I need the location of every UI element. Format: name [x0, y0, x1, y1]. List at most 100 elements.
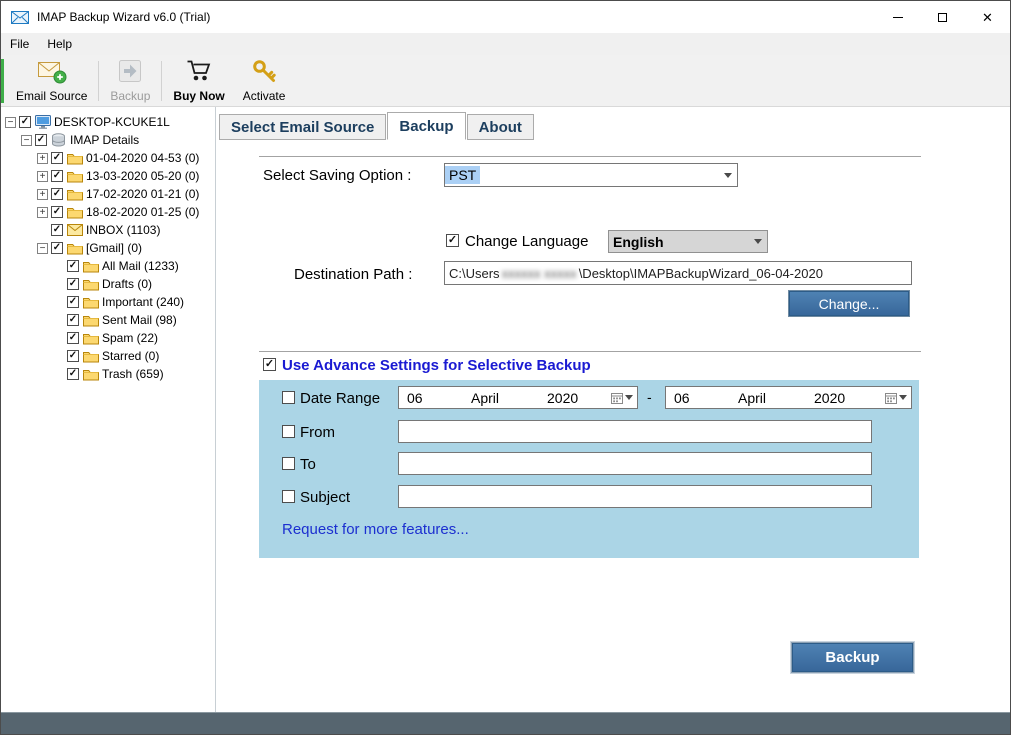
- tree-item[interactable]: −✓DESKTOP-KCUKE1L: [1, 113, 215, 131]
- tree-item-label: All Mail (1233): [102, 259, 179, 273]
- tree-item-label: Starred (0): [102, 349, 159, 363]
- tree-item-checkbox[interactable]: ✓: [67, 350, 79, 362]
- toolbar-separator: [98, 61, 99, 101]
- check-icon: ✓: [265, 359, 274, 370]
- toolbar-email-source-button[interactable]: Email Source: [7, 57, 96, 105]
- tree-item-checkbox[interactable]: ✓: [67, 260, 79, 272]
- tree-item-checkbox[interactable]: ✓: [51, 224, 63, 236]
- date-from-picker[interactable]: 06 April 2020: [398, 386, 638, 409]
- date-to-month: April: [738, 390, 766, 406]
- folder-icon: [82, 278, 99, 291]
- tree-item[interactable]: +✓ 18-02-2020 01-25 (0): [1, 203, 215, 221]
- check-icon: ✓: [69, 333, 77, 343]
- tree-item[interactable]: ✓ Starred (0): [1, 347, 215, 365]
- destination-path-input[interactable]: C:\Users xxxxxx xxxxx \Desktop\IMAPBacku…: [444, 261, 912, 285]
- tab-backup[interactable]: Backup: [387, 112, 465, 140]
- tree-item[interactable]: ✓Drafts (0): [1, 275, 215, 293]
- from-input[interactable]: [398, 420, 872, 443]
- tree-item[interactable]: ✓Important (240): [1, 293, 215, 311]
- tree-item-checkbox[interactable]: ✓: [67, 278, 79, 290]
- close-button[interactable]: ✕: [965, 1, 1010, 33]
- language-select[interactable]: English: [608, 230, 768, 253]
- check-icon: ✓: [69, 261, 77, 271]
- tree-item-checkbox[interactable]: ✓: [51, 206, 63, 218]
- tree-item-checkbox[interactable]: ✓: [51, 152, 63, 164]
- to-input[interactable]: [398, 452, 872, 475]
- tree-item-checkbox[interactable]: ✓: [35, 134, 47, 146]
- tree-item[interactable]: +✓ 13-03-2020 05-20 (0): [1, 167, 215, 185]
- chevron-down-icon[interactable]: [749, 231, 767, 252]
- saving-option-label: Select Saving Option :: [263, 167, 411, 184]
- tree-item-checkbox[interactable]: ✓: [19, 116, 31, 128]
- toolbar-buy-now-button[interactable]: Buy Now: [164, 57, 233, 105]
- calendar-dropdown-icon[interactable]: [883, 389, 909, 406]
- tree-item[interactable]: ✓Sent Mail (98): [1, 311, 215, 329]
- advance-settings-checkbox[interactable]: ✓: [263, 358, 276, 371]
- subject-checkbox[interactable]: ✓: [282, 490, 295, 503]
- maximize-button[interactable]: [920, 1, 965, 33]
- tree-expander-icon[interactable]: −: [5, 117, 16, 128]
- calendar-dropdown-icon[interactable]: [609, 389, 635, 406]
- tree-item[interactable]: ✓INBOX (1103): [1, 221, 215, 239]
- check-icon: ✓: [69, 315, 77, 325]
- toolbar-accent: [1, 59, 4, 103]
- minimize-button[interactable]: [875, 1, 920, 33]
- menu-help[interactable]: Help: [38, 34, 81, 54]
- saving-option-select[interactable]: PST: [444, 163, 738, 187]
- date-to-picker[interactable]: 06 April 2020: [665, 386, 912, 409]
- window-title: IMAP Backup Wizard v6.0 (Trial): [37, 10, 210, 24]
- tree-item-checkbox[interactable]: ✓: [51, 242, 63, 254]
- tree-expander-icon[interactable]: +: [37, 189, 48, 200]
- tree-item[interactable]: ✓ All Mail (1233): [1, 257, 215, 275]
- toolbar-activate-button[interactable]: Activate: [234, 57, 295, 105]
- to-checkbox[interactable]: ✓: [282, 457, 295, 470]
- chevron-down-icon[interactable]: [719, 164, 737, 186]
- tab-about[interactable]: About: [467, 114, 534, 140]
- tree-item-checkbox[interactable]: ✓: [51, 170, 63, 182]
- menu-file[interactable]: File: [1, 34, 38, 54]
- from-checkbox[interactable]: ✓: [282, 425, 295, 438]
- check-icon: ✓: [53, 243, 61, 253]
- tree-item-label: 18-02-2020 01-25 (0): [86, 205, 199, 219]
- tree-expander-icon[interactable]: −: [37, 243, 48, 254]
- tree-item[interactable]: +✓01-04-2020 04-53 (0): [1, 149, 215, 167]
- folder-icon: [82, 296, 99, 309]
- toolbar-activate-label: Activate: [243, 89, 286, 103]
- tree-expander-icon[interactable]: +: [37, 153, 48, 164]
- date-from-year: 2020: [547, 390, 578, 406]
- tree-item-checkbox[interactable]: ✓: [67, 296, 79, 308]
- mail-icon: [66, 224, 83, 236]
- tree-expander-icon[interactable]: +: [37, 171, 48, 182]
- tab-select-email-source[interactable]: Select Email Source: [219, 114, 386, 140]
- saving-option-value: PST: [445, 166, 480, 184]
- check-icon: ✓: [69, 351, 77, 361]
- tree-item-label: 13-03-2020 05-20 (0): [86, 169, 199, 183]
- tree-item-checkbox[interactable]: ✓: [67, 332, 79, 344]
- main-content: Select Email Source Backup About Select …: [217, 107, 1010, 712]
- tree-item-checkbox[interactable]: ✓: [51, 188, 63, 200]
- change-language-label: Change Language: [465, 233, 588, 250]
- separator-line: [259, 351, 921, 352]
- tree-item-checkbox[interactable]: ✓: [67, 314, 79, 326]
- check-icon: ✓: [69, 297, 77, 307]
- tree-item-checkbox[interactable]: ✓: [67, 368, 79, 380]
- tree-expander-icon[interactable]: +: [37, 207, 48, 218]
- tree-item[interactable]: ✓Trash (659): [1, 365, 215, 383]
- subject-label: Subject: [300, 489, 350, 506]
- folder-icon: [66, 242, 83, 255]
- tree-item[interactable]: ✓Spam (22): [1, 329, 215, 347]
- request-features-link[interactable]: Request for more features...: [282, 521, 469, 538]
- tree-item[interactable]: −✓ IMAP Details: [1, 131, 215, 149]
- tree-expander-icon[interactable]: −: [21, 135, 32, 146]
- tree-item[interactable]: +✓17-02-2020 01-21 (0): [1, 185, 215, 203]
- close-icon: ✕: [982, 11, 993, 24]
- tree-item[interactable]: −✓[Gmail] (0): [1, 239, 215, 257]
- change-language-checkbox[interactable]: ✓: [446, 234, 459, 247]
- backup-button[interactable]: Backup: [791, 642, 914, 673]
- change-path-button[interactable]: Change...: [788, 290, 910, 317]
- date-range-checkbox[interactable]: ✓: [282, 391, 295, 404]
- backup-arrow-icon: [117, 58, 143, 87]
- toolbar-backup-button[interactable]: Backup: [101, 57, 159, 105]
- tree-item-label: IMAP Details: [70, 133, 139, 147]
- subject-input[interactable]: [398, 485, 872, 508]
